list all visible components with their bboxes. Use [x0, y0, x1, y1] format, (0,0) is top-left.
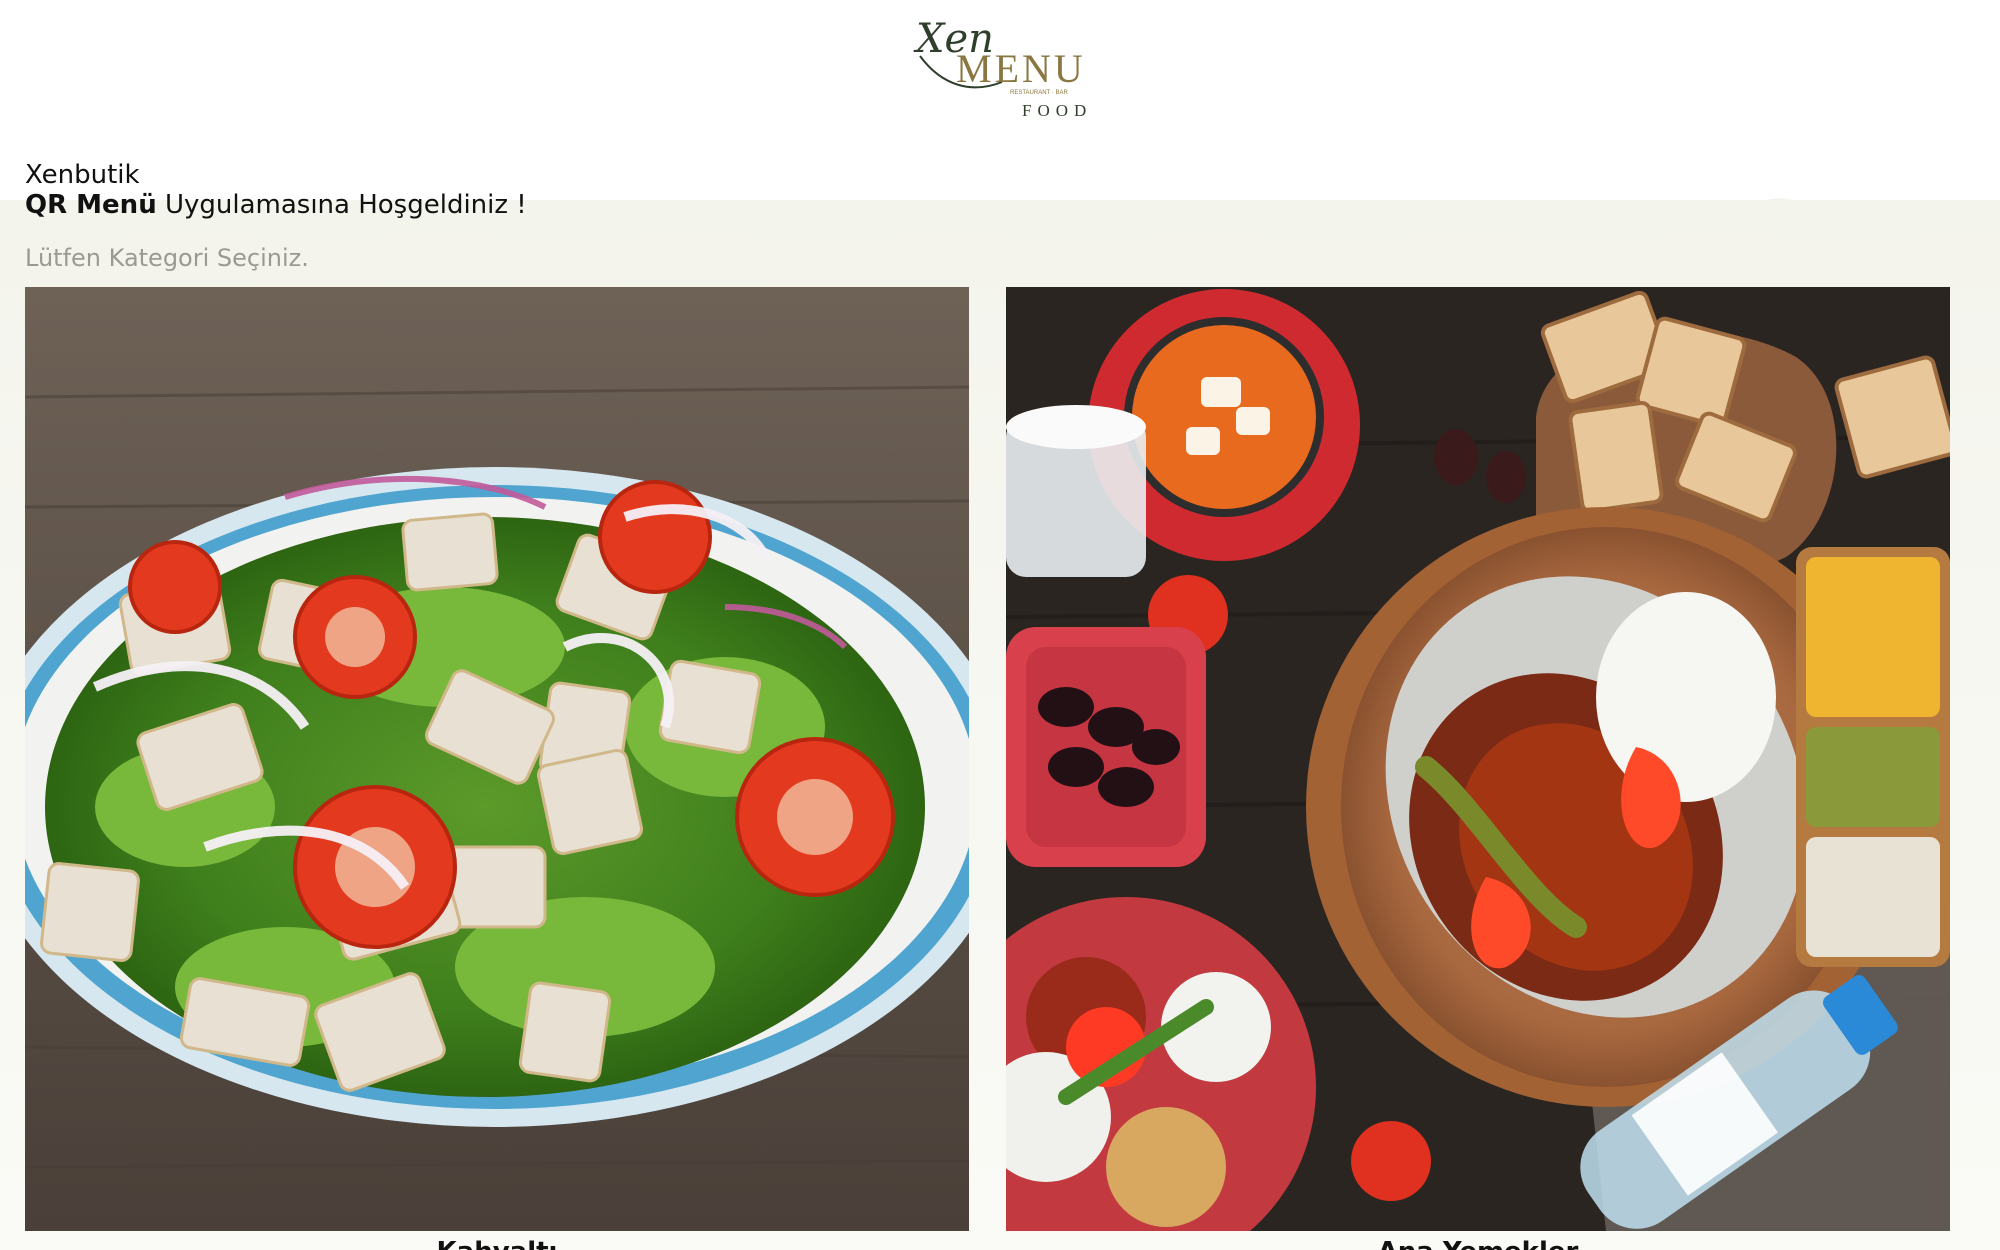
logo-tagline: RESTAURANT · BAR: [1010, 90, 1068, 96]
logo-mark: Xen MENU RESTAURANT · BAR FOOD: [913, 16, 1092, 120]
venue-name: Xenbutik: [25, 160, 140, 190]
category-label: Kahvaltı: [25, 1237, 969, 1250]
app-name: QR Menü: [25, 190, 157, 220]
welcome-line: QR Menü Uygulamasına Hoşgeldiniz !: [25, 190, 527, 220]
category-image-salad: [25, 287, 969, 1231]
menu-page: Xen MENU RESTAURANT · BAR FOOD Xenbutik …: [0, 0, 2000, 1250]
category-label: Ana Yemekler: [1006, 1237, 1950, 1250]
category-card-kahvalti[interactable]: Kahvaltı: [25, 287, 969, 1250]
category-image-iskender: [1006, 287, 1950, 1231]
brand-logo[interactable]: Xen MENU RESTAURANT · BAR FOOD: [912, 8, 1092, 120]
welcome-text: Uygulamasına Hoşgeldiniz !: [156, 190, 527, 220]
logo-sub: FOOD: [1022, 101, 1092, 118]
select-category-hint: Lütfen Kategori Seçiniz.: [25, 244, 309, 272]
category-card-ana-yemekler[interactable]: Ana Yemekler: [1006, 287, 1950, 1250]
logo-word: MENU: [956, 46, 1086, 91]
welcome-message: Xenbutik QR Menü Uygulamasına Hoşgeldini…: [25, 160, 527, 220]
